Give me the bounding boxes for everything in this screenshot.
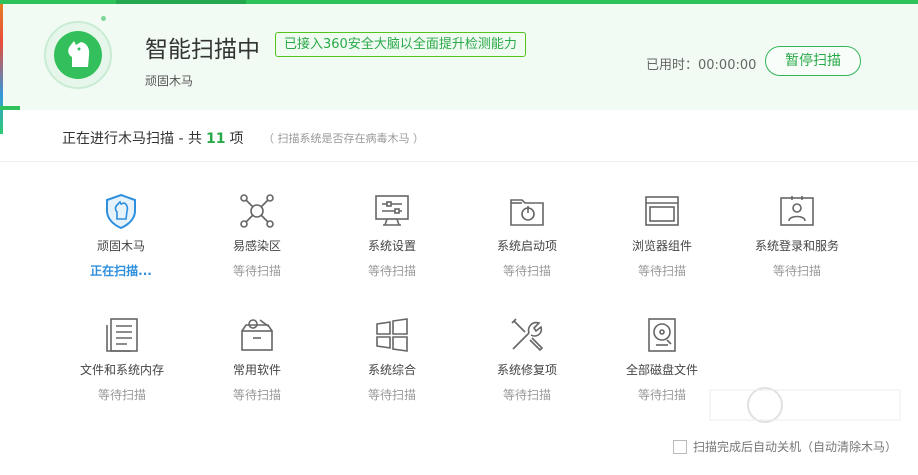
monitor-settings-icon [373, 192, 411, 230]
pause-scan-button[interactable]: 暂停扫描 [765, 46, 861, 76]
scan-item-status: 等待扫描 [502, 388, 551, 402]
page-title: 智能扫描中 [145, 37, 260, 63]
folder-power-icon [508, 192, 546, 230]
app-logo [44, 21, 112, 89]
section-hint: （ 扫描系统是否存在病毒木马 ） [263, 132, 424, 145]
scan-item-label: 系统综合 [367, 363, 416, 377]
scan-item-label: 系统设置 [367, 239, 416, 253]
auto-shutdown-label: 扫描完成后自动关机（自动清除木马） [693, 440, 898, 454]
wrench-tools-icon [508, 316, 546, 354]
security-brain-badge: 已接入360安全大脑以全面提升检测能力 [275, 32, 526, 57]
scan-item-status: 正在扫描... [90, 264, 152, 278]
scan-item-system-settings: 系统设置 等待扫描 [327, 192, 457, 279]
scan-item-infection-zone: 易感染区 等待扫描 [192, 192, 322, 279]
scan-item-startup: 系统启动项 等待扫描 [462, 192, 592, 279]
software-box-icon [238, 316, 276, 354]
section-title: 正在进行木马扫描 - 共 11 项 [62, 128, 243, 148]
auto-shutdown-option[interactable]: 扫描完成后自动关机（自动清除木马） [673, 438, 897, 455]
window-left-edge [0, 4, 3, 134]
hard-disk-icon [643, 316, 681, 354]
scan-item-status: 等待扫描 [772, 264, 821, 278]
scan-item-label: 系统修复项 [496, 363, 557, 377]
auto-shutdown-checkbox[interactable] [673, 439, 687, 454]
scan-item-label: 顽固木马 [96, 239, 145, 253]
scan-item-label: 浏览器组件 [631, 239, 692, 253]
scan-item-status: 等待扫描 [97, 388, 146, 402]
scan-item-label: 全部磁盘文件 [625, 363, 698, 377]
scan-item-label: 常用软件 [232, 363, 281, 377]
scan-item-status: 等待扫描 [502, 264, 551, 278]
scan-item-system-general: 系统综合 等待扫描 [327, 316, 457, 403]
scan-item-label: 系统登录和服务 [754, 239, 839, 253]
scan-item-system-repair: 系统修复项 等待扫描 [462, 316, 592, 403]
scan-item-browser: 浏览器组件 等待扫描 [597, 192, 727, 279]
document-icon [103, 316, 141, 354]
scan-item-label: 文件和系统内存 [79, 363, 164, 377]
scan-item-label: 易感染区 [232, 239, 281, 253]
scan-progress-bar [0, 106, 20, 110]
scan-item-status: 等待扫描 [232, 264, 281, 278]
scan-item-files-memory: 文件和系统内存 等待扫描 [57, 316, 187, 403]
scan-item-status: 等待扫描 [367, 388, 416, 402]
scan-item-status: 等待扫描 [637, 264, 686, 278]
section-title-prefix: 正在进行木马扫描 - 共 [62, 131, 202, 147]
section-divider [0, 161, 918, 162]
horse-logo-icon [54, 31, 102, 79]
windows-logo-icon [373, 316, 411, 354]
user-card-icon [778, 192, 816, 230]
browser-window-icon [643, 192, 681, 230]
scan-item-status: 等待扫描 [367, 264, 416, 278]
item-count: 11 [205, 131, 226, 147]
shield-horse-icon [102, 192, 140, 230]
scan-item-common-software: 常用软件 等待扫描 [192, 316, 322, 403]
scan-item-status: 等待扫描 [232, 388, 281, 402]
scan-item-label: 系统启动项 [496, 239, 557, 253]
scan-item-trojan: 顽固木马 正在扫描... [56, 192, 186, 279]
elapsed-time: 已用时：00:00:00 [646, 58, 757, 73]
scan-item-login-services: 系统登录和服务 等待扫描 [732, 192, 862, 279]
current-scan-item: 顽固木马 [145, 74, 194, 88]
decor-dot [101, 16, 106, 21]
section-title-suffix: 项 [229, 131, 244, 147]
baidu-jingyan-watermark [705, 380, 905, 430]
network-nodes-icon [238, 192, 276, 230]
